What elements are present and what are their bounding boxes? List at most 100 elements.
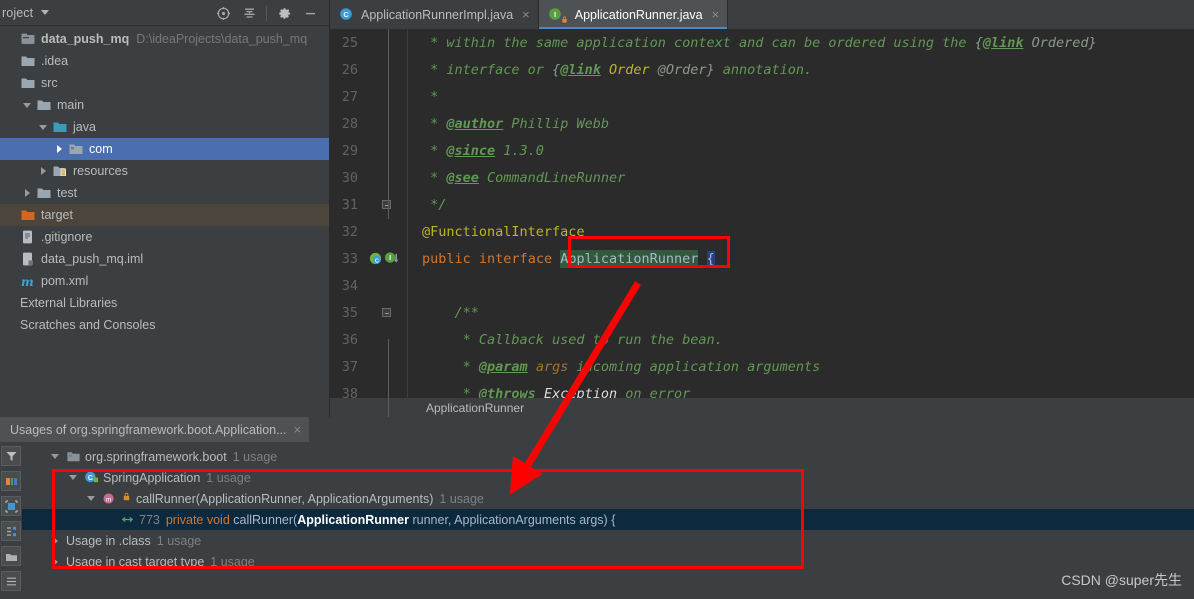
export-icon[interactable] bbox=[1, 546, 21, 566]
locate-target-icon[interactable] bbox=[210, 1, 236, 25]
usage-tree-row[interactable]: C SpringApplication 1 usage bbox=[22, 467, 1194, 488]
svg-text:C: C bbox=[375, 258, 379, 264]
editor-gutter[interactable] bbox=[364, 137, 408, 164]
usage-tree-row[interactable]: m callRunner(ApplicationRunner, Applicati… bbox=[22, 488, 1194, 509]
usage-count: 1 usage bbox=[206, 470, 251, 485]
project-tree-row[interactable]: resources bbox=[0, 160, 329, 182]
java-class-icon: C bbox=[339, 7, 355, 23]
tree-toggle-down-icon[interactable] bbox=[86, 493, 97, 504]
project-tree-row[interactable]: target bbox=[0, 204, 329, 226]
code-text: */ bbox=[422, 196, 447, 213]
close-icon[interactable]: × bbox=[294, 422, 302, 437]
collapse-all-icon[interactable] bbox=[236, 1, 262, 25]
implemented-by-icon[interactable]: C bbox=[368, 251, 383, 266]
project-tree-label: main bbox=[57, 98, 85, 112]
editor-gutter[interactable] bbox=[364, 218, 408, 245]
filter-icon[interactable] bbox=[1, 446, 21, 466]
editor-tab[interactable]: I ApplicationRunner.java × bbox=[538, 0, 729, 29]
project-root-icon bbox=[20, 31, 36, 47]
project-tree-row[interactable]: m pom.xml bbox=[0, 270, 329, 292]
tree-toggle-right-icon[interactable] bbox=[22, 188, 33, 199]
code-line: 26 * interface or {@link Order @Order} a… bbox=[330, 56, 1194, 83]
usage-count: 1 usage bbox=[210, 554, 255, 569]
tree-toggle-down-icon[interactable] bbox=[22, 100, 33, 111]
folder-icon bbox=[20, 75, 36, 91]
project-tree-row[interactable]: data_push_mq.iml bbox=[0, 248, 329, 270]
tree-toggle-right-icon[interactable] bbox=[50, 556, 61, 567]
svg-text:I: I bbox=[389, 255, 391, 262]
expand-tree-icon[interactable] bbox=[1, 521, 21, 541]
editor-gutter[interactable] bbox=[364, 83, 408, 110]
minimize-icon[interactable] bbox=[297, 1, 323, 25]
gear-icon[interactable] bbox=[271, 1, 297, 25]
editor-tab-label: ApplicationRunner.java bbox=[574, 7, 703, 22]
code-line: 34 bbox=[330, 272, 1194, 299]
line-number: 34 bbox=[341, 277, 358, 294]
usage-code-snippet: private void callRunner(ApplicationRunne… bbox=[165, 512, 616, 527]
project-tree-row[interactable]: main bbox=[0, 94, 329, 116]
project-tree-row[interactable]: test bbox=[0, 182, 329, 204]
editor-gutter[interactable] bbox=[364, 56, 408, 83]
tree-toggle-right-icon[interactable] bbox=[54, 144, 65, 155]
editor-tab[interactable]: C ApplicationRunnerImpl.java × bbox=[330, 0, 539, 29]
fold-end-icon[interactable] bbox=[382, 200, 391, 209]
usages-tab[interactable]: Usages of org.springframework.boot.Appli… bbox=[0, 417, 310, 442]
usages-result-tree[interactable]: org.springframework.boot 1 usage C SpringAp… bbox=[22, 442, 1194, 599]
project-tree-row[interactable]: com bbox=[0, 138, 329, 160]
tree-toggle-down-icon[interactable] bbox=[68, 472, 79, 483]
project-tree-row[interactable]: Scratches and Consoles bbox=[0, 314, 329, 336]
editor-gutter[interactable] bbox=[364, 191, 408, 218]
usage-tree-row[interactable]: Usage in cast target type 1 usage bbox=[22, 551, 1194, 572]
tree-toggle-right-icon[interactable] bbox=[38, 166, 49, 177]
usage-count: 1 usage bbox=[439, 491, 484, 506]
project-tree-row[interactable]: java bbox=[0, 116, 329, 138]
editor-gutter[interactable] bbox=[364, 326, 408, 353]
group-by-file-structure-icon[interactable] bbox=[1, 496, 21, 516]
project-tree-row[interactable]: .gitignore bbox=[0, 226, 329, 248]
settings-icon[interactable] bbox=[1, 571, 21, 591]
project-tree-row[interactable]: External Libraries bbox=[0, 292, 329, 314]
code-line: 28 * @author Phillip Webb bbox=[330, 110, 1194, 137]
line-number: 36 bbox=[341, 331, 358, 348]
tree-toggle-down-icon[interactable] bbox=[38, 122, 49, 133]
code-text: public interface ApplicationRunner { bbox=[422, 249, 715, 268]
editor-gutter[interactable] bbox=[364, 29, 408, 56]
line-number: 33 bbox=[341, 250, 358, 267]
preview-usages-icon[interactable] bbox=[1, 471, 21, 491]
usage-label: Usage in .class bbox=[66, 533, 151, 548]
usage-tree-row[interactable]: org.springframework.boot 1 usage bbox=[22, 446, 1194, 467]
package-icon bbox=[66, 449, 81, 464]
editor-gutter[interactable] bbox=[364, 353, 408, 380]
breadcrumb[interactable]: ApplicationRunner bbox=[330, 398, 1194, 417]
usages-tool-window: Usages of org.springframework.boot.Appli… bbox=[0, 417, 1194, 599]
editor-gutter[interactable] bbox=[364, 164, 408, 191]
editor-gutter[interactable] bbox=[364, 110, 408, 137]
fold-start-icon[interactable] bbox=[382, 308, 391, 317]
tree-toggle-down-icon[interactable] bbox=[50, 451, 61, 462]
subinterface-icon[interactable]: I bbox=[384, 251, 399, 266]
editor-gutter[interactable]: CI bbox=[364, 245, 408, 272]
project-tree-row[interactable]: data_push_mq D:\ideaProjects\data_push_mq bbox=[0, 28, 329, 50]
close-icon[interactable]: × bbox=[712, 7, 720, 22]
project-file-tree[interactable]: data_push_mq D:\ideaProjects\data_push_mq… bbox=[0, 26, 329, 336]
close-icon[interactable]: × bbox=[522, 7, 530, 22]
tree-toggle-right-icon[interactable] bbox=[50, 535, 61, 546]
code-text: * @see CommandLineRunner bbox=[422, 169, 626, 186]
project-tree-row[interactable]: src bbox=[0, 72, 329, 94]
editor-gutter[interactable] bbox=[364, 272, 408, 299]
usage-tree-row[interactable]: Usage in .class 1 usage bbox=[22, 530, 1194, 551]
project-tree-label: java bbox=[73, 120, 96, 134]
code-text: * bbox=[422, 88, 439, 105]
code-editor[interactable]: 25 * within the same application context… bbox=[330, 29, 1194, 417]
project-tree-label: src bbox=[41, 76, 58, 90]
chevron-down-icon[interactable] bbox=[41, 10, 50, 15]
usage-tree-row[interactable]: 773 private void callRunner(ApplicationRu… bbox=[22, 509, 1194, 530]
editor-gutter[interactable] bbox=[364, 299, 408, 326]
project-tree-row[interactable]: .idea bbox=[0, 50, 329, 72]
